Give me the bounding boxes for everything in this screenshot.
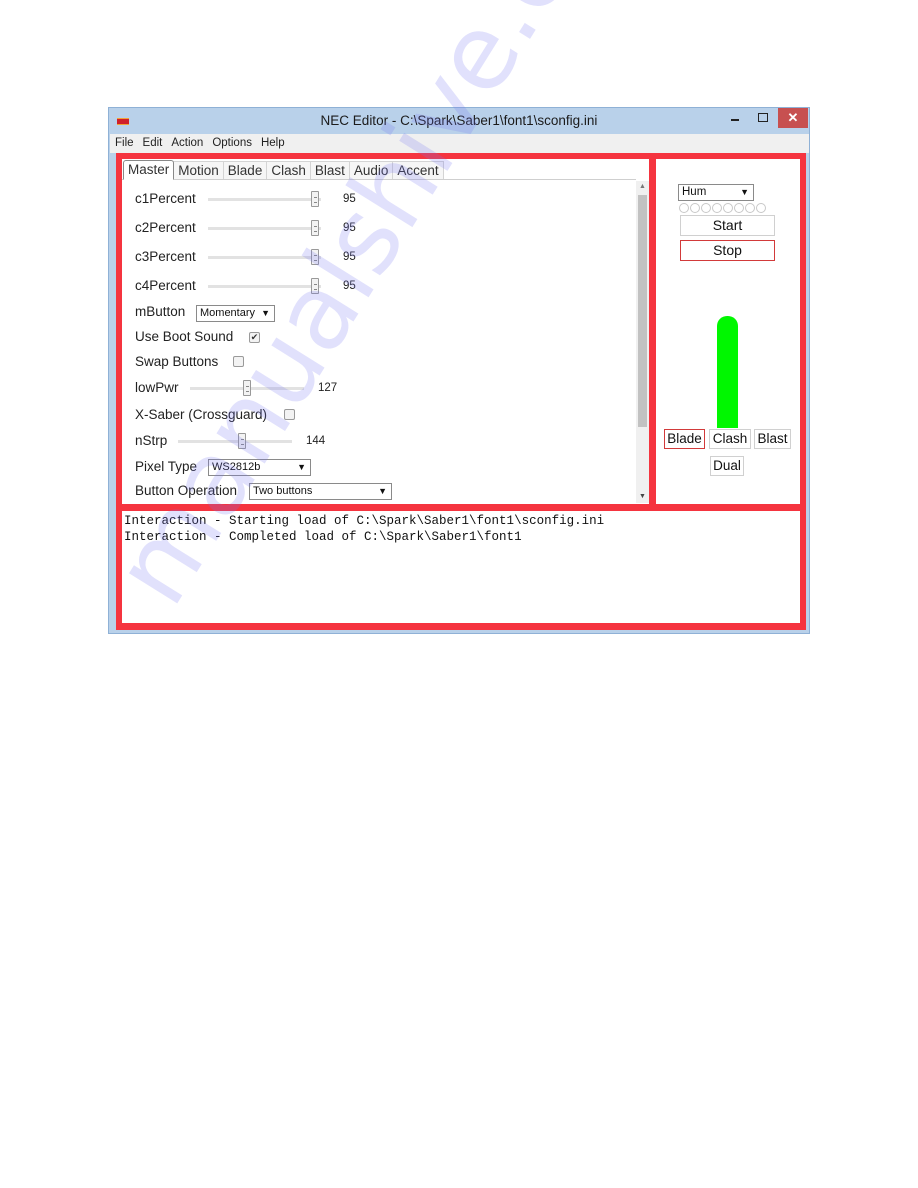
menu-edit[interactable]: Edit [139,134,167,153]
window-title: NEC Editor - C:\Spark\Saber1\font1\sconf… [320,113,598,128]
c4percent-slider-thumb[interactable] [311,278,319,294]
log-output[interactable]: Interaction - Starting load of C:\Spark\… [122,511,800,623]
sound-indicator-dots [679,203,766,213]
menu-help[interactable]: Help [257,134,289,153]
close-button[interactable]: ✕ [778,108,808,128]
indicator-dot [756,203,766,213]
nstrp-label: nStrp [135,433,168,448]
lowpwr-slider-thumb[interactable] [243,380,251,396]
chevron-down-icon: ▼ [297,462,306,472]
tab-audio[interactable]: Audio [348,161,394,180]
start-button[interactable]: Start [680,215,775,236]
pixel-type-select-value: WS2812b [212,461,261,473]
menu-bar: File Edit Action Options Help [110,134,809,153]
c4percent-label: c4Percent [135,278,196,293]
c2percent-value: 95 [343,222,356,234]
nstrp-slider[interactable] [178,433,292,449]
tab-blast[interactable]: Blast [309,161,350,180]
use-boot-sound-checkbox[interactable]: ✔ [249,332,260,343]
lowpwr-label: lowPwr [135,380,179,395]
c3percent-slider-thumb[interactable] [311,249,319,265]
use-boot-sound-label: Use Boot Sound [135,329,234,344]
indicator-dot [712,203,722,213]
nstrp-value: 144 [306,435,326,447]
swap-buttons-label: Swap Buttons [135,354,219,369]
swap-buttons-checkbox[interactable] [233,356,244,367]
pixel-type-select[interactable]: WS2812b ▼ [208,459,311,476]
scrollbar-thumb[interactable] [638,195,647,427]
c1percent-slider[interactable] [208,191,321,207]
blast-button[interactable]: Blast [754,429,791,449]
clash-button[interactable]: Clash [709,429,751,449]
xsaber-label: X-Saber (Crossguard) [135,407,268,422]
c3percent-slider[interactable] [208,249,321,265]
dual-button[interactable]: Dual [710,456,744,476]
menu-file[interactable]: File [111,134,138,153]
chevron-down-icon: ▼ [261,308,270,318]
chevron-down-icon: ▼ [740,187,749,197]
c4percent-slider[interactable] [208,278,321,294]
tab-bar: Master Motion Blade Clash Blast Audio Ac… [123,160,444,180]
indicator-dot [734,203,744,213]
tab-master[interactable]: Master [123,160,175,180]
maximize-button[interactable] [749,108,777,128]
c2percent-slider-thumb[interactable] [311,220,319,236]
mbutton-select[interactable]: Momentary ▼ [196,305,275,322]
button-operation-select[interactable]: Two buttons ▼ [249,483,392,500]
button-operation-select-value: Two buttons [253,485,313,497]
stop-button[interactable]: Stop [680,240,775,261]
indicator-dot [701,203,711,213]
sound-select[interactable]: Hum ▼ [678,184,754,201]
sound-select-value: Hum [682,186,707,198]
pixel-type-label: Pixel Type [135,459,198,474]
lowpwr-slider[interactable] [190,380,304,396]
master-tab-content: c1Percent 95 c2Percent 95 c3Percent 95 c… [122,179,632,504]
indicator-dot [690,203,700,213]
settings-scrollbar[interactable]: ▲ ▼ [636,181,649,503]
button-operation-label: Button Operation [135,483,238,498]
menu-action[interactable]: Action [167,134,207,153]
c3percent-value: 95 [343,251,356,263]
c2percent-label: c2Percent [135,220,196,235]
log-line: Interaction - Starting load of C:\Spark\… [124,514,605,528]
c1percent-slider-thumb[interactable] [311,191,319,207]
chevron-down-icon: ▼ [378,486,387,496]
blade-button[interactable]: Blade [664,429,705,449]
menu-options[interactable]: Options [208,134,256,153]
tab-blade[interactable]: Blade [222,161,268,180]
checkmark-icon: ✔ [250,332,259,342]
tab-motion[interactable]: Motion [173,161,224,180]
c4percent-value: 95 [343,280,356,292]
lowpwr-value: 127 [318,382,338,394]
scroll-up-arrow-icon[interactable]: ▲ [636,181,649,193]
nstrp-slider-thumb[interactable] [238,433,246,449]
c1percent-value: 95 [343,193,356,205]
title-bar[interactable]: NEC Editor - C:\Spark\Saber1\font1\sconf… [109,108,809,134]
highlight-frame: Master Motion Blade Clash Blast Audio Ac… [116,153,806,630]
scroll-down-arrow-icon[interactable]: ▼ [636,491,649,503]
indicator-dot [679,203,689,213]
mbutton-label: mButton [135,304,186,319]
settings-panel: Master Motion Blade Clash Blast Audio Ac… [122,159,649,504]
log-line: Interaction - Completed load of C:\Spark… [124,530,522,544]
indicator-dot [745,203,755,213]
minimize-button[interactable] [721,108,749,128]
c3percent-label: c3Percent [135,249,196,264]
nec-editor-window: NEC Editor - C:\Spark\Saber1\font1\sconf… [108,107,810,634]
indicator-dot [723,203,733,213]
blade-preview [717,316,738,428]
c1percent-label: c1Percent [135,191,196,206]
tab-accent[interactable]: Accent [392,161,444,180]
mbutton-select-value: Momentary [200,307,256,319]
c2percent-slider[interactable] [208,220,321,236]
xsaber-checkbox[interactable] [284,409,295,420]
tab-clash[interactable]: Clash [266,161,311,180]
blade-preview-panel: Hum ▼ Start Stop Blade Clash Blast Dual [656,159,800,504]
